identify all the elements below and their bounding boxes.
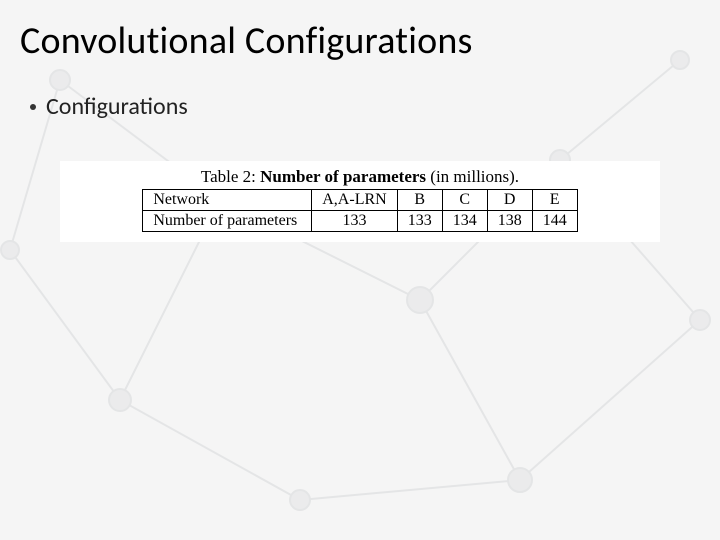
cell-e: E: [532, 190, 577, 211]
cell-d: D: [487, 190, 532, 211]
cell-d-value: 138: [487, 211, 532, 232]
table-row: Number of parameters 133 133 134 138 144: [143, 211, 577, 232]
cell-b-value: 133: [397, 211, 442, 232]
table-caption: Table 2: Number of parameters (in millio…: [68, 167, 652, 187]
cell-network-label: Network: [143, 190, 312, 211]
parameters-table: Network A,A-LRN B C D E Number of parame…: [142, 189, 577, 232]
caption-bold: Number of parameters: [260, 167, 426, 186]
cell-c: C: [442, 190, 487, 211]
table-row: Network A,A-LRN B C D E: [143, 190, 577, 211]
cell-a-alrn-value: 133: [312, 211, 397, 232]
slide-content: Convolutional Configurations Configurati…: [0, 0, 720, 242]
slide-title: Convolutional Configurations: [20, 18, 700, 64]
cell-e-value: 144: [532, 211, 577, 232]
bullet-item: Configurations: [30, 92, 700, 121]
cell-a-alrn: A,A-LRN: [312, 190, 397, 211]
cell-b: B: [397, 190, 442, 211]
bullet-dot-icon: [30, 104, 36, 110]
cell-params-label: Number of parameters: [143, 211, 312, 232]
cell-c-value: 134: [442, 211, 487, 232]
bullet-text: Configurations: [46, 92, 188, 121]
table-container: Table 2: Number of parameters (in millio…: [60, 161, 660, 242]
caption-prefix: Table 2:: [201, 167, 260, 186]
caption-suffix: (in millions).: [426, 167, 519, 186]
